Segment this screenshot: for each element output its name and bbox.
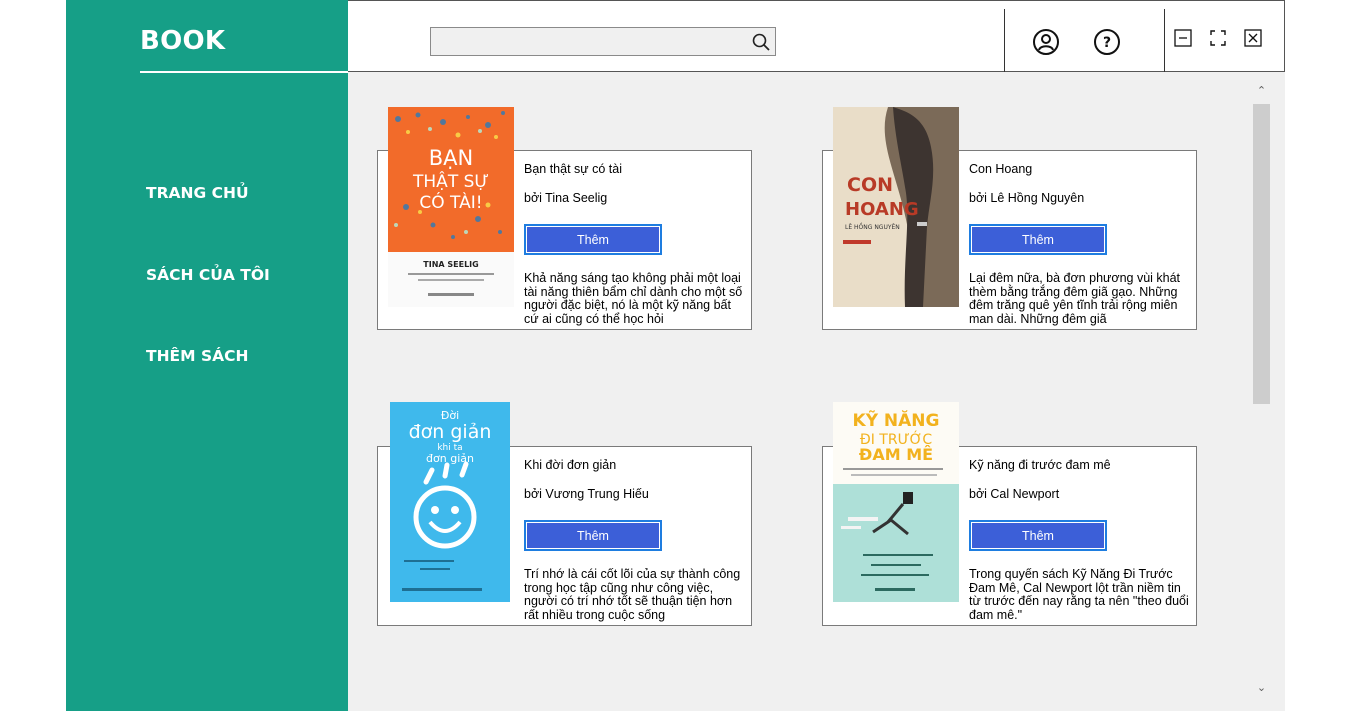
book-cover-image: BẠN THẬT SỰ CÓ TÀI! TINA SEELIG bbox=[388, 107, 514, 307]
book-list: Bạn thật sự có tài bởi Tina Seelig Thêm … bbox=[348, 72, 1285, 711]
sidebar-item-add-book[interactable]: THÊM SÁCH bbox=[146, 347, 248, 365]
cover-author: LÊ HỒNG NGUYÊN bbox=[845, 222, 900, 231]
book-description: Khả năng sáng tạo không phải một loại tà… bbox=[524, 272, 743, 326]
add-book-button[interactable]: Thêm bbox=[969, 520, 1107, 551]
cover-text: ĐAM MÊ bbox=[859, 445, 933, 464]
book-cover-image: KỸ NĂNG ĐI TRƯỚC ĐAM MÊ bbox=[833, 402, 959, 602]
sidebar-item-my-books[interactable]: SÁCH CỦA TÔI bbox=[146, 266, 270, 284]
close-icon[interactable] bbox=[1244, 29, 1262, 47]
app-window: BOOK TRANG CHỦ SÁCH CỦA TÔI THÊM SÁCH ? bbox=[66, 0, 1285, 711]
book-author: bởi Lê Hồng Nguyên bbox=[969, 191, 1085, 205]
book-description: Lại đêm nữa, bà đơn phương vùi khát thèm… bbox=[969, 272, 1181, 326]
cover-text: đơn giản bbox=[409, 421, 492, 443]
help-icon[interactable]: ? bbox=[1093, 28, 1121, 56]
cover-text: BẠN bbox=[429, 146, 473, 170]
maximize-icon[interactable] bbox=[1209, 29, 1227, 47]
add-book-button[interactable]: Thêm bbox=[524, 224, 662, 255]
search-icon[interactable] bbox=[751, 32, 771, 52]
topbar-separator bbox=[1004, 9, 1005, 73]
search-box bbox=[430, 27, 776, 56]
cover-text: THẬT SỰ bbox=[412, 170, 489, 192]
book-title: Con Hoang bbox=[969, 162, 1033, 176]
add-book-button[interactable]: Thêm bbox=[524, 520, 662, 551]
cover-text: KỸ NĂNG bbox=[853, 408, 940, 431]
book-title: Bạn thật sự có tài bbox=[524, 162, 623, 176]
book-cover-image: Đời đơn giản khi ta đơn giản bbox=[390, 402, 516, 602]
vertical-scrollbar[interactable]: ⌃ ⌄ bbox=[1235, 72, 1285, 711]
book-description: Trí nhớ là cái cốt lõi của sự thành công… bbox=[524, 568, 741, 622]
app-brand: BOOK bbox=[140, 26, 226, 56]
book-author: bởi Tina Seelig bbox=[524, 191, 608, 205]
book-title: Kỹ năng đi trước đam mê bbox=[969, 458, 1111, 472]
sidebar-item-home[interactable]: TRANG CHỦ bbox=[146, 184, 249, 202]
book-cover-image: CON HOANG LÊ HỒNG NGUYÊN bbox=[833, 107, 959, 307]
scroll-up-icon[interactable]: ⌃ bbox=[1253, 80, 1270, 100]
cover-text: HOANG bbox=[845, 199, 919, 220]
book-author: bởi Cal Newport bbox=[969, 487, 1060, 501]
add-book-button[interactable]: Thêm bbox=[969, 224, 1107, 255]
cover-author: TINA SEELIG bbox=[423, 260, 478, 269]
svg-text:?: ? bbox=[1103, 35, 1111, 51]
book-author: bởi Vương Trung Hiếu bbox=[524, 487, 649, 501]
scroll-down-icon[interactable]: ⌄ bbox=[1253, 677, 1270, 697]
scroll-thumb[interactable] bbox=[1253, 104, 1270, 404]
search-input[interactable] bbox=[435, 31, 749, 53]
book-description: Trong quyển sách Kỹ Năng Đi Trước Đam Mê… bbox=[969, 568, 1189, 622]
top-bar: ? bbox=[348, 0, 1285, 73]
cover-text: CÓ TÀI! bbox=[419, 191, 482, 213]
brand-divider bbox=[140, 71, 348, 73]
minimize-icon[interactable] bbox=[1174, 29, 1192, 47]
book-title: Khi đời đơn giản bbox=[524, 458, 617, 472]
user-icon[interactable] bbox=[1032, 28, 1060, 56]
sidebar: BOOK TRANG CHỦ SÁCH CỦA TÔI THÊM SÁCH bbox=[66, 0, 348, 711]
topbar-separator-2 bbox=[1164, 9, 1165, 73]
cover-text: CON bbox=[847, 174, 893, 196]
